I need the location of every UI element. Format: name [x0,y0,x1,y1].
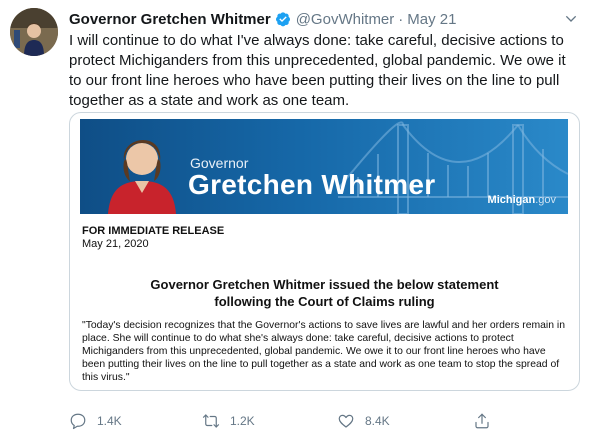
press-release-banner: Governor Gretchen Whitmer Michigan.gov [80,119,568,214]
release-date: May 21, 2020 [82,238,149,250]
heart-icon [338,414,354,428]
statement-quote: "Today's decision recognizes that the Go… [82,320,565,383]
banner-big-title: Gretchen Whitmer [188,169,436,200]
retweet-icon [202,414,220,428]
reply-icon [70,413,86,430]
tweet-text: I will continue to do what I've always d… [69,32,566,109]
statement-title-line1: Governor Gretchen Whitmer issued the bel… [150,277,499,292]
retweet-button[interactable]: 1.2K [202,412,255,430]
author-handle[interactable]: @GovWhitmer [296,11,395,28]
attached-image-card[interactable]: Governor Gretchen Whitmer Michigan.gov F… [69,112,580,391]
michigan-logo-suffix: .gov [535,194,556,206]
share-button[interactable] [473,412,491,430]
author-name[interactable]: Governor Gretchen Whitmer [69,11,271,28]
michigan-logo-main: Michigan [487,194,536,206]
tweet-actions: 1.4K 1.2K 8.4K [69,412,581,432]
verified-badge-icon [275,12,290,27]
reply-button[interactable]: 1.4K [69,412,122,430]
tweet-header: Governor Gretchen Whitmer @GovWhitmer · … [69,9,579,29]
retweet-count: 1.2K [230,414,255,428]
avatar-portrait [10,8,58,56]
michigan-gov-logo: Michigan.gov [488,194,556,206]
like-button[interactable]: 8.4K [337,412,390,430]
reply-count: 1.4K [97,414,122,428]
statement-title: Governor Gretchen Whitmer issued the bel… [70,276,579,310]
like-count: 8.4K [365,414,390,428]
share-icon [475,413,489,429]
release-label: FOR IMMEDIATE RELEASE [82,225,225,237]
tweet-date[interactable]: May 21 [407,11,456,28]
meta-separator: · [398,10,404,28]
governor-portrait [108,139,176,214]
chevron-down-icon[interactable] [563,11,579,27]
author-avatar[interactable] [10,8,58,56]
statement-title-line2: following the Court of Claims ruling [214,294,435,309]
